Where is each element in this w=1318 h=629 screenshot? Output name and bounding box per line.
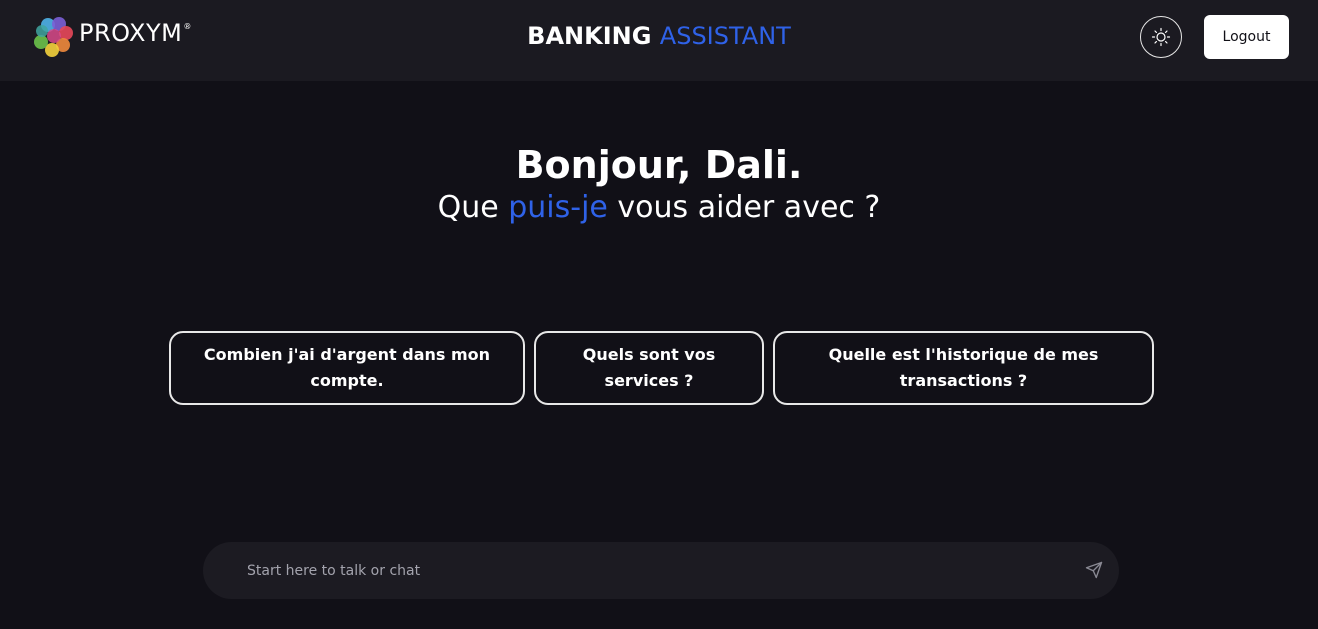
subheading-part-1: Que [437,190,509,225]
greeting-subheading: Que puis-je vous aider avec ? [0,190,1318,225]
app-title-assistant: ASSISTANT [659,22,791,50]
sun-icon [1151,27,1171,47]
subheading-accent: puis-je [508,190,608,225]
chat-input[interactable] [247,542,1067,599]
send-icon [1085,561,1103,579]
send-button[interactable] [1085,561,1105,581]
logout-button[interactable]: Logout [1204,15,1289,59]
chat-bar [203,542,1119,599]
suggestion-services-button[interactable]: Quels sont vos services ? [534,331,764,405]
theme-toggle-button[interactable] [1140,16,1182,58]
app-title-banking: BANKING [527,22,652,50]
greeting-heading: Bonjour, Dali. [515,143,803,187]
top-header: PROXYM ® BANKING ASSISTANT Logout [0,0,1318,81]
subheading-part-2: vous aider avec ? [607,190,881,225]
app-title: BANKING ASSISTANT [0,22,1318,50]
suggestion-transactions-button[interactable]: Quelle est l'historique de mes transacti… [773,331,1154,405]
suggestion-balance-button[interactable]: Combien j'ai d'argent dans mon compte. [169,331,525,405]
